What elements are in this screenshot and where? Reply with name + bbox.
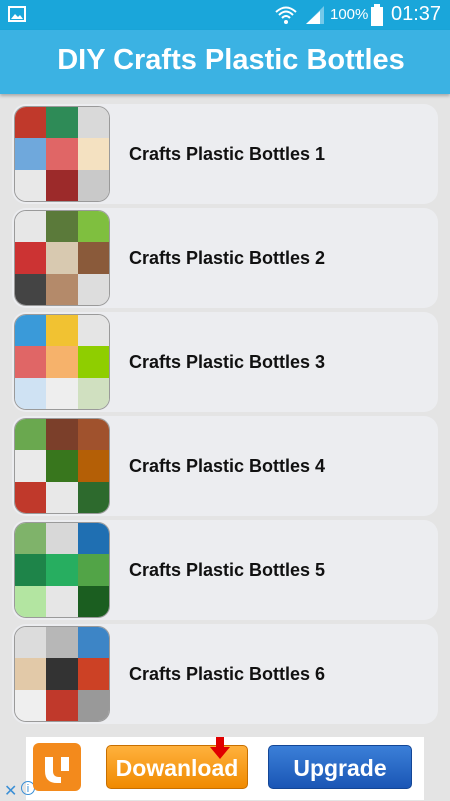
list-item[interactable]: Crafts Plastic Bottles 2 [12,208,438,308]
list-item-label: Crafts Plastic Bottles 3 [129,352,326,372]
list-item[interactable]: Crafts Plastic Bottles 4 [12,416,438,516]
list-item-label: Crafts Plastic Bottles 4 [129,456,326,476]
battery-icon [371,4,383,31]
list-item-label: Crafts Plastic Bottles 1 [129,144,326,164]
clock: 01:37 [391,3,442,25]
crafts-list: Crafts Plastic Bottles 1 Crafts Plastic … [12,104,438,728]
app-logo-icon [33,743,81,791]
app-header: DIY Crafts Plastic Bottles [0,30,450,94]
ad-banner[interactable]: ✕ i Dowanload Upgrade [4,737,424,800]
thumbnail-image [14,210,110,306]
list-item[interactable]: Crafts Plastic Bottles 6 [12,624,438,724]
list-item[interactable]: Crafts Plastic Bottles 1 [12,104,438,204]
thumbnail-image [14,522,110,618]
signal-icon [304,5,326,30]
thumbnail-image [14,418,110,514]
wifi-icon [274,4,298,31]
list-item-label: Crafts Plastic Bottles 6 [129,664,326,684]
ad-close-icon[interactable]: ✕ [4,781,17,801]
list-item[interactable]: Crafts Plastic Bottles 3 [12,312,438,412]
status-bar: 100% 01:37 [0,0,450,30]
arrow-down-icon [210,737,230,764]
list-item-label: Crafts Plastic Bottles 2 [129,248,326,268]
list-item[interactable]: Crafts Plastic Bottles 5 [12,520,438,620]
list-item-label: Crafts Plastic Bottles 5 [129,560,326,580]
thumbnail-image [14,106,110,202]
gallery-icon [8,6,26,27]
thumbnail-image [14,314,110,410]
upgrade-button[interactable]: Upgrade [268,745,412,789]
battery-percent: 100% [330,6,369,23]
thumbnail-image [14,626,110,722]
page-title: DIY Crafts Plastic Bottles [57,44,405,76]
